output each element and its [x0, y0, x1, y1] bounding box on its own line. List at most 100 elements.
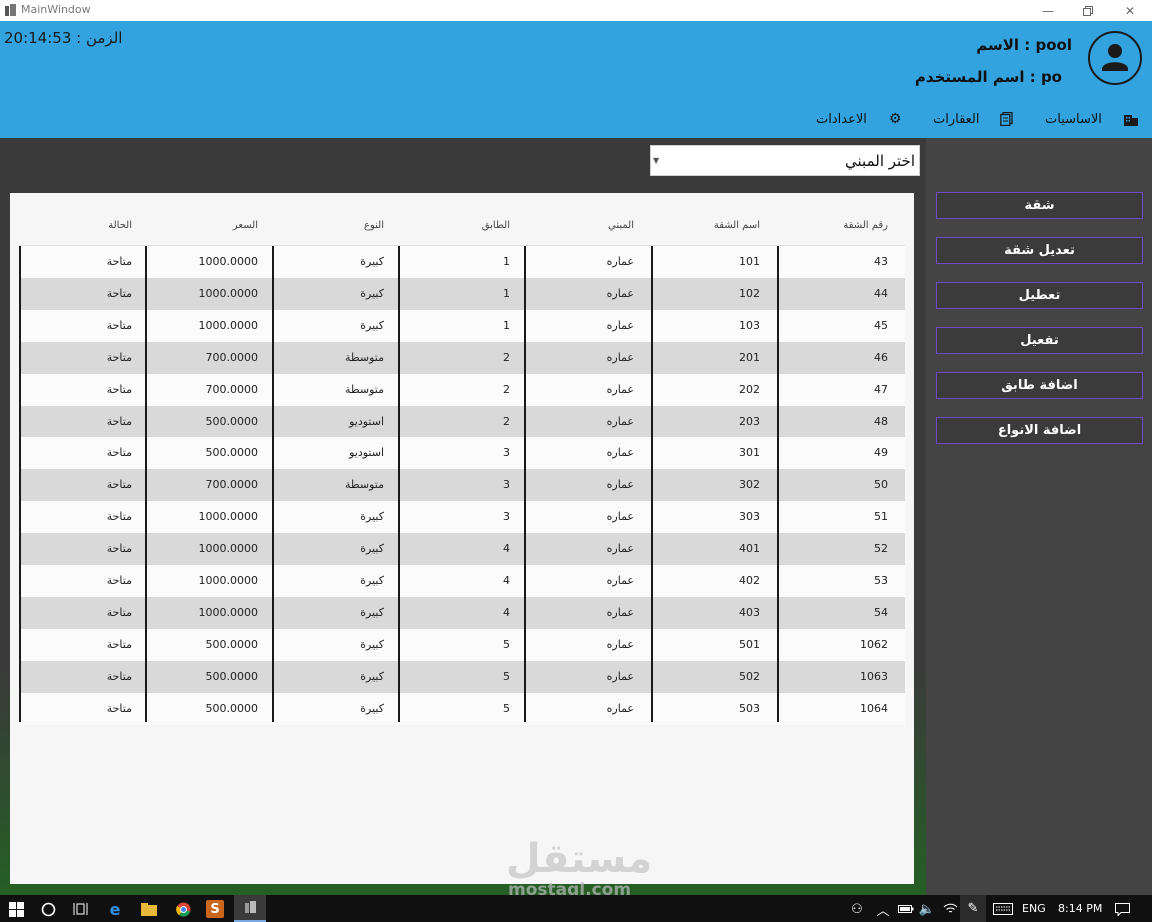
edit-apartment-button[interactable]: تعديل شقة	[936, 237, 1143, 264]
table-cell: 1000.0000	[198, 605, 259, 619]
table-cell: 303	[739, 510, 760, 524]
close-button[interactable]: ✕	[1112, 0, 1148, 21]
table-cell: 4	[503, 574, 510, 587]
table-cell: 50	[874, 478, 888, 492]
building-select-value: اختر المبني	[845, 152, 915, 170]
table-cell: 500.0000	[205, 446, 259, 460]
restore-button[interactable]	[1070, 0, 1106, 21]
table-row[interactable]: 53 402 عماره 4 كبيرة 1000.0000 متاحة	[19, 565, 905, 597]
table-row[interactable]: 50 302 عماره 3 متوسطة 700.0000 متاحة	[19, 469, 905, 502]
table-cell: 401	[739, 542, 760, 556]
menu-item-label: العقارات	[933, 111, 980, 127]
table-cell: 502	[739, 669, 760, 683]
table-cell: 1063	[860, 669, 888, 683]
building-select[interactable]: ▼ اختر المبني	[650, 145, 920, 176]
battery-icon[interactable]	[897, 900, 915, 918]
table-cell: 503	[739, 701, 760, 715]
language-indicator[interactable]: ENG	[1022, 902, 1046, 915]
add-floor-button[interactable]: اضافة طابق	[936, 372, 1143, 399]
minimize-button[interactable]: —	[1030, 0, 1066, 21]
table-row[interactable]: 54 403 عماره 4 كبيرة 1000.0000 متاحة	[19, 596, 905, 629]
table-cell: 45	[874, 318, 888, 332]
column-header[interactable]: الحالة	[108, 220, 132, 231]
table-row[interactable]: 46 201 عماره 2 متوسطة 700.0000 متاحة	[19, 341, 905, 374]
table-cell: 4	[503, 605, 510, 619]
table-cell: 51	[874, 510, 888, 524]
table-row[interactable]: 44 102 عماره 1 كبيرة 1000.0000 متاحة	[19, 277, 905, 310]
table-cell: عماره	[606, 605, 634, 619]
menu-item-basics[interactable]: الاساسيات	[1045, 109, 1138, 129]
add-types-button[interactable]: اضافة الانواع	[936, 417, 1143, 444]
table-cell: عماره	[606, 446, 634, 460]
start-button[interactable]	[7, 900, 25, 918]
enable-button[interactable]: تفعيل	[936, 327, 1143, 354]
column-header[interactable]: اسم الشقة	[714, 220, 760, 231]
table-row[interactable]: 1063 502 عماره 5 كبيرة 500.0000 متاحة	[19, 660, 905, 693]
keyboard-icon[interactable]	[992, 900, 1014, 918]
table-cell: 500.0000	[205, 701, 259, 715]
table-cell: استوديو	[349, 414, 384, 428]
mainwindow-taskbar-button[interactable]	[234, 895, 266, 922]
table-row[interactable]: 45 103 عماره 1 كبيرة 1000.0000 متاحة	[19, 309, 905, 342]
table-cell: 49	[874, 446, 888, 460]
table-cell: متاحة	[106, 701, 132, 715]
table-cell: متاحة	[106, 478, 132, 492]
table-cell: 54	[874, 605, 888, 619]
taskbar-clock[interactable]: 8:14 PM	[1058, 902, 1102, 915]
column-header[interactable]: النوع	[364, 220, 384, 231]
menu-item-label: الاساسيات	[1045, 111, 1102, 127]
table-row[interactable]: 52 401 عماره 4 كبيرة 1000.0000 متاحة	[19, 533, 905, 566]
table-cell: متوسطة	[344, 382, 384, 396]
windows-icon	[8, 901, 24, 917]
documents-icon	[999, 112, 1013, 126]
column-header[interactable]: السعر	[233, 220, 258, 231]
menu-item-properties[interactable]: العقارات	[933, 109, 1013, 129]
column-header[interactable]: رقم الشقة	[843, 220, 888, 231]
table-row[interactable]: 43 101 عماره 1 كبيرة 1000.0000 متاحة	[19, 246, 905, 278]
search-circle-icon	[41, 902, 55, 916]
search-button[interactable]	[39, 900, 57, 918]
table-cell: كبيرة	[360, 255, 384, 268]
column-header[interactable]: الطابق	[482, 220, 510, 231]
avatar[interactable]	[1088, 31, 1142, 85]
apartment-button[interactable]: شقة	[936, 192, 1143, 219]
table-cell: استوديو	[349, 446, 384, 460]
table-cell: 44	[874, 286, 888, 300]
file-explorer-icon[interactable]	[140, 900, 158, 918]
user-name-label: الاسم : pool	[976, 36, 1072, 54]
menu-item-settings[interactable]: الاعدادات ⚙	[816, 109, 901, 129]
table-row[interactable]: 47 202 عماره 2 متوسطة 700.0000 متاحة	[19, 373, 905, 406]
table-row[interactable]: 1062 501 عماره 5 كبيرة 500.0000 متاحة	[19, 628, 905, 661]
notification-icon[interactable]	[1113, 900, 1131, 918]
table-cell: متاحة	[106, 605, 132, 619]
table-cell: 1000.0000	[198, 255, 259, 268]
pen-icon[interactable]: ✎	[960, 895, 986, 922]
disable-button[interactable]: تعطيل	[936, 282, 1143, 309]
wifi-icon[interactable]	[941, 900, 959, 918]
table-cell: 1000.0000	[198, 510, 259, 524]
table-row[interactable]: 48 203 عماره 2 استوديو 500.0000 متاحة	[19, 405, 905, 438]
table-row[interactable]: 1064 503 عماره 5 كبيرة 500.0000 متاحة	[19, 692, 905, 725]
table-cell: 201	[739, 350, 760, 364]
table-cell: 500.0000	[205, 414, 259, 428]
volume-icon[interactable]: 🔈	[918, 900, 936, 918]
sublime-icon[interactable]: S	[206, 900, 224, 918]
table-cell: متاحة	[106, 382, 132, 396]
table-cell: 501	[739, 637, 760, 651]
table-cell: كبيرة	[360, 286, 384, 300]
column-header[interactable]: المبني	[608, 220, 634, 231]
table-row[interactable]: 51 303 عماره 3 كبيرة 1000.0000 متاحة	[19, 501, 905, 534]
edge-icon[interactable]: e	[106, 900, 124, 919]
table-cell: متاحة	[106, 286, 132, 300]
chevron-up-icon[interactable]: ︿	[874, 900, 892, 919]
people-icon[interactable]: ⚇	[848, 900, 866, 918]
chrome-icon[interactable]	[174, 900, 192, 918]
menu-item-label: الاعدادات	[816, 111, 867, 127]
table-cell: 102	[739, 286, 760, 300]
table-cell: 301	[739, 446, 760, 460]
task-view-button[interactable]	[71, 900, 89, 918]
column-divider	[19, 246, 21, 722]
table-row[interactable]: 49 301 عماره 3 استوديو 500.0000 متاحة	[19, 437, 905, 470]
column-divider	[524, 246, 526, 722]
table-cell: عماره	[606, 574, 634, 587]
